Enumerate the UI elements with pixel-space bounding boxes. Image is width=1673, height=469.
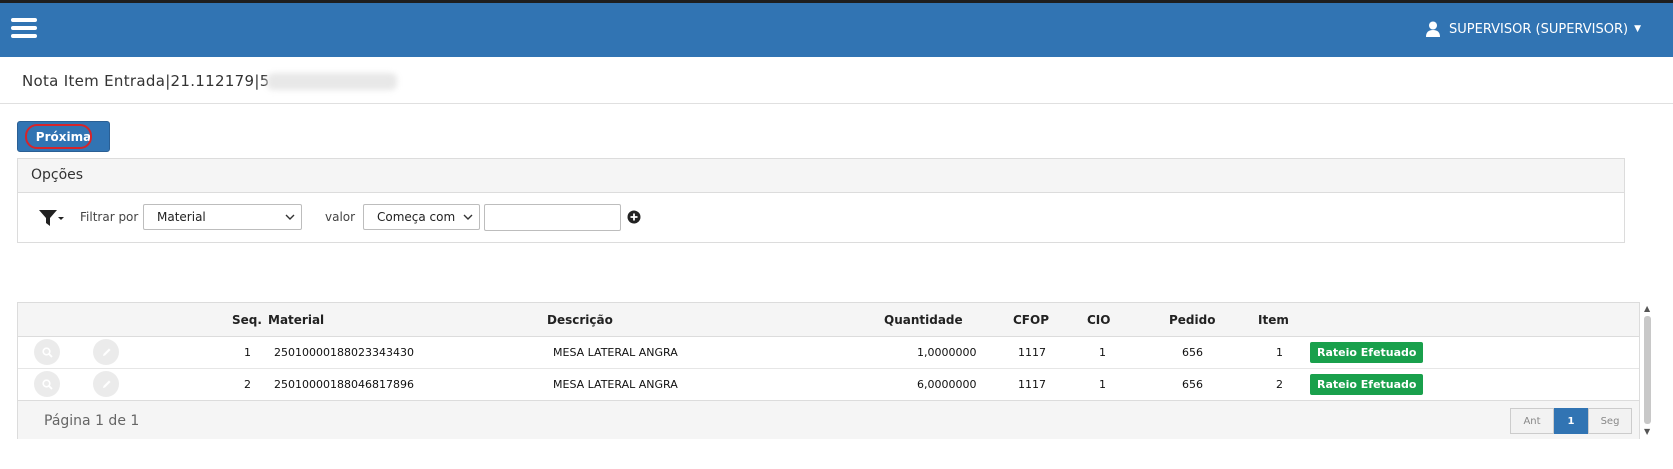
status-badge: Rateio Efetuado: [1310, 342, 1424, 363]
scroll-up-icon[interactable]: ▲: [1644, 304, 1650, 313]
col-quantidade[interactable]: Quantidade: [884, 313, 963, 327]
scroll-thumb[interactable]: [1644, 316, 1651, 424]
cell-cio: 1: [1099, 346, 1106, 359]
grid-footer: Página 1 de 1 Ant 1 Seg: [18, 400, 1639, 439]
pagination: Ant 1 Seg: [1510, 408, 1632, 434]
next-page-button[interactable]: Seg: [1588, 408, 1632, 434]
user-icon: [1426, 21, 1441, 37]
options-header: Opções: [18, 159, 1624, 193]
col-cfop[interactable]: CFOP: [1013, 313, 1049, 327]
divider: [0, 103, 1673, 104]
cell-pedido: 656: [1182, 346, 1203, 359]
search-icon: [41, 346, 53, 358]
redacted-text: [267, 73, 397, 90]
grid-scrollbar[interactable]: ▲ ▼: [1641, 302, 1655, 439]
filter-field-value: Material: [157, 210, 206, 224]
cell-item: 1: [1276, 346, 1283, 359]
col-seq[interactable]: Seq.: [232, 313, 262, 327]
cell-descricao: MESA LATERAL ANGRA: [553, 346, 678, 359]
table-row[interactable]: 1 25010000188023343430 MESA LATERAL ANGR…: [18, 336, 1639, 369]
next-button[interactable]: Próxima: [17, 121, 110, 152]
prev-page-button[interactable]: Ant: [1510, 408, 1554, 434]
page-info: Página 1 de 1: [44, 413, 140, 429]
filter-by-label: Filtrar por: [80, 210, 139, 224]
pencil-icon: [102, 380, 110, 388]
filter-field-select[interactable]: Material: [143, 204, 302, 230]
page-title: Nota Item Entrada|21.112179|5: [22, 72, 270, 90]
operator-select[interactable]: Começa com: [363, 204, 480, 230]
cell-material: 25010000188046817896: [274, 378, 414, 391]
operator-value: Começa com: [377, 210, 456, 224]
view-button[interactable]: [34, 371, 60, 397]
col-pedido[interactable]: Pedido: [1169, 313, 1215, 327]
cell-cfop: 1117: [1018, 346, 1046, 359]
pencil-icon: [102, 348, 110, 356]
highlight-ring: [25, 124, 92, 149]
edit-button[interactable]: [93, 339, 119, 365]
cell-quantidade: 6,0000000: [917, 378, 977, 391]
filter-row: Filtrar por Material valor Começa com: [18, 193, 1624, 243]
view-button[interactable]: [34, 339, 60, 365]
grid-header: Seq. Material Descrição Quantidade CFOP …: [18, 303, 1639, 337]
chevron-down-icon: [463, 214, 473, 220]
cell-cio: 1: [1099, 378, 1106, 391]
col-cio[interactable]: CIO: [1087, 313, 1110, 327]
top-navbar: SUPERVISOR (SUPERVISOR) ▼: [0, 0, 1673, 57]
user-menu[interactable]: SUPERVISOR (SUPERVISOR) ▼: [1426, 21, 1641, 37]
scroll-down-icon[interactable]: ▼: [1644, 427, 1650, 436]
user-name: SUPERVISOR (SUPERVISOR): [1449, 21, 1629, 37]
col-item[interactable]: Item: [1258, 313, 1289, 327]
hamburger-icon[interactable]: [11, 18, 37, 38]
cell-quantidade: 1,0000000: [917, 346, 977, 359]
cell-item: 2: [1276, 378, 1283, 391]
col-descricao[interactable]: Descrição: [547, 313, 613, 327]
cell-material: 25010000188023343430: [274, 346, 414, 359]
status-badge: Rateio Efetuado: [1310, 374, 1424, 395]
caret-down-icon: ▼: [1634, 24, 1641, 34]
filter-value-input[interactable]: [484, 204, 621, 231]
chevron-down-icon: [285, 214, 295, 220]
cell-descricao: MESA LATERAL ANGRA: [553, 378, 678, 391]
col-material[interactable]: Material: [268, 313, 324, 327]
edit-button[interactable]: [93, 371, 119, 397]
value-label: valor: [325, 210, 356, 224]
filter-icon[interactable]: [38, 209, 64, 227]
items-grid: Seq. Material Descrição Quantidade CFOP …: [17, 302, 1640, 439]
cell-seq: 2: [244, 378, 251, 391]
page-1-button[interactable]: 1: [1554, 408, 1588, 434]
table-row[interactable]: 2 25010000188046817896 MESA LATERAL ANGR…: [18, 368, 1639, 401]
cell-cfop: 1117: [1018, 378, 1046, 391]
plus-circle-icon[interactable]: [627, 210, 641, 224]
cell-seq: 1: [244, 346, 251, 359]
options-panel: Opções Filtrar por Material valor Começa…: [17, 158, 1625, 243]
search-icon: [41, 378, 53, 390]
cell-pedido: 656: [1182, 378, 1203, 391]
